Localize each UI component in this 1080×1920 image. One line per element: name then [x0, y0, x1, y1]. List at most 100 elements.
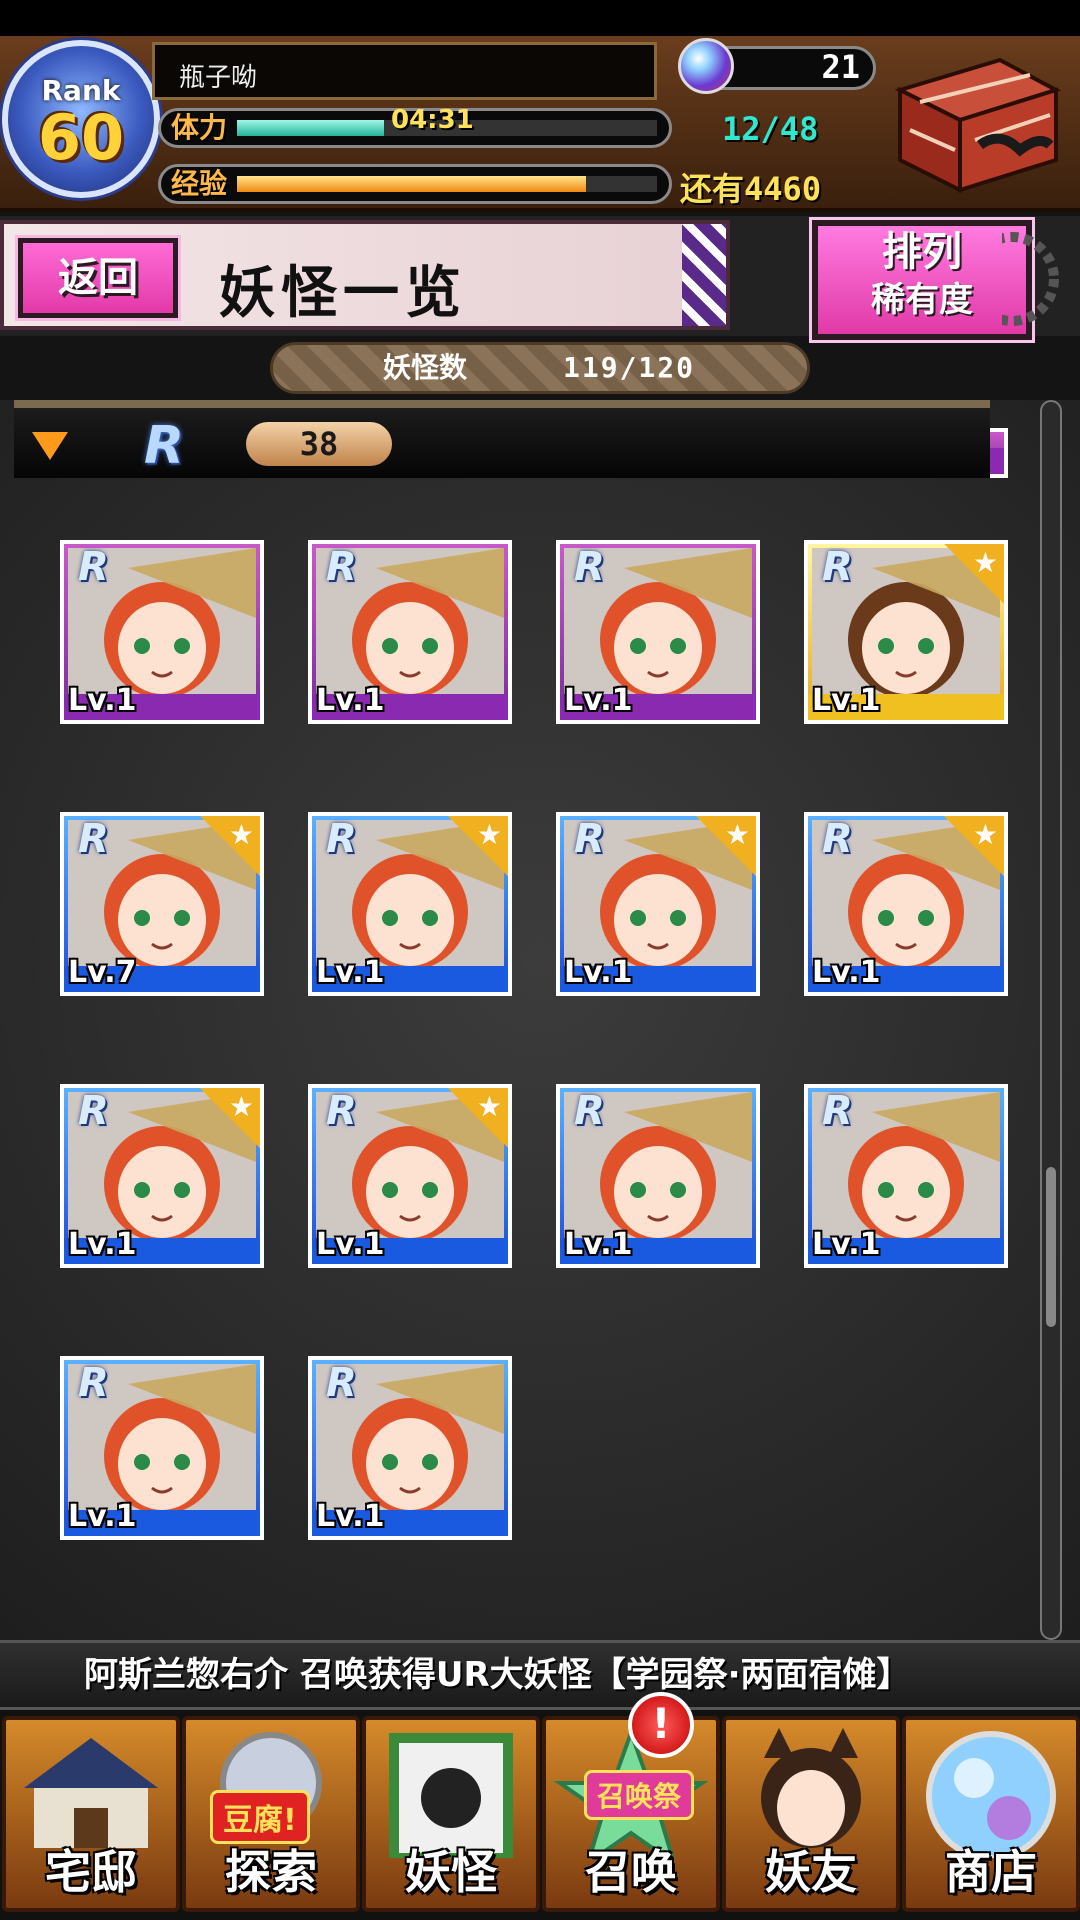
nav-item-shop-orb[interactable]: 商店: [902, 1716, 1080, 1912]
card-level: Lv.1: [316, 1227, 385, 1262]
card-level: Lv.7: [68, 955, 137, 990]
card-level: Lv.1: [812, 1227, 881, 1262]
news-ticker: 阿斯兰惣右介 召唤获得UR大妖怪【学园祭·两面宿傩】: [0, 1640, 1080, 1710]
star-icon: ★: [448, 1088, 508, 1148]
card-level: Lv.1: [812, 955, 881, 990]
present-box-icon[interactable]: [880, 50, 1066, 200]
rarity-r-icon: R: [144, 416, 185, 476]
nav-tag: 召唤祭: [584, 1770, 695, 1820]
yokai-count-pill: 妖怪数 119/120: [270, 342, 810, 394]
yokai-grid[interactable]: Lv.1 Lv.1 Lv.1 Lv.1 R Lv.1 R Lv.1 R Lv.1 R ★ Lv.1 R ★ L…: [0, 400, 1080, 1640]
rarity-r-icon: R: [326, 816, 357, 862]
stamina-label: 体力: [171, 111, 228, 144]
sort-value: 稀有度: [871, 280, 973, 320]
sort-button[interactable]: 排列 稀有度: [809, 217, 1035, 343]
orb-count: 21: [821, 48, 860, 86]
alert-badge: !: [628, 1692, 694, 1758]
rarity-r-icon: R: [78, 544, 109, 590]
star-icon: ★: [696, 816, 756, 876]
nav-label: 商店: [945, 1845, 1037, 1899]
star-icon: ★: [200, 816, 260, 876]
yokai-card[interactable]: R Lv.1: [60, 1356, 264, 1540]
stamina-fill: [237, 120, 384, 136]
nav-label: 妖怪: [405, 1845, 497, 1899]
exp-remaining: 还有4460: [680, 164, 821, 210]
nav-item-summon[interactable]: 召唤祭 召唤: [542, 1716, 720, 1912]
exp-remaining-value: 4460: [744, 170, 822, 208]
rarity-r-icon: R: [326, 544, 357, 590]
rarity-group-header[interactable]: R 38: [14, 400, 990, 478]
card-level: Lv.1: [316, 683, 385, 718]
collapse-arrow-icon[interactable]: [32, 432, 68, 460]
nav-item-friend[interactable]: 妖友: [722, 1716, 900, 1912]
page-title: 妖怪一览: [219, 260, 467, 326]
card-level: Lv.1: [564, 1227, 633, 1262]
yokai-card[interactable]: R ★ Lv.1: [804, 812, 1008, 996]
star-icon: ★: [944, 816, 1004, 876]
exp-fill: [237, 176, 586, 192]
yokai-card[interactable]: R Lv.1: [804, 1084, 1008, 1268]
yokai-card[interactable]: R ★ Lv.1: [556, 812, 760, 996]
rarity-r-icon: R: [78, 1360, 109, 1406]
scrollbar-thumb[interactable]: [1046, 1167, 1056, 1327]
nav-label: 探索: [225, 1845, 317, 1899]
exp-bar: 经验: [158, 164, 672, 204]
spirit-orb-icon: [678, 38, 734, 94]
yokai-card[interactable]: R Lv.1: [308, 540, 512, 724]
back-button[interactable]: 返回: [15, 235, 181, 321]
rarity-r-icon: R: [574, 544, 605, 590]
rarity-r-icon: R: [822, 1088, 853, 1134]
rarity-r-icon: R: [822, 816, 853, 862]
player-name[interactable]: 瓶子呦: [152, 42, 657, 100]
stamina-count: 12/48: [722, 110, 819, 148]
card-level: Lv.1: [316, 955, 385, 990]
rarity-r-icon: R: [78, 1088, 109, 1134]
bottom-nav: 宅邸 豆腐! 探索 妖怪 召唤祭 召唤 妖友 商店: [0, 1710, 1080, 1920]
rarity-r-icon: R: [574, 816, 605, 862]
banner-stripe: [682, 224, 726, 326]
yokai-card[interactable]: R Lv.1: [308, 1356, 512, 1540]
nav-item-explore[interactable]: 豆腐! 探索: [182, 1716, 360, 1912]
yokai-card[interactable]: R Lv.1: [60, 540, 264, 724]
rarity-r-icon: R: [326, 1088, 357, 1134]
rank-value: 60: [37, 101, 125, 174]
yokai-card[interactable]: R Lv.1: [556, 540, 760, 724]
yokai-card[interactable]: R ★ Lv.1: [308, 812, 512, 996]
scrollbar[interactable]: [1040, 400, 1062, 1640]
exp-label: 经验: [171, 167, 228, 200]
stamina-timer: 04:31: [391, 105, 474, 135]
sort-label: 排列: [882, 229, 962, 275]
yokai-count-value: 119/120: [563, 351, 696, 384]
rank-badge[interactable]: Rank 60: [2, 40, 160, 198]
yokai-card[interactable]: R Lv.1: [556, 1084, 760, 1268]
title-banner: 返回 妖怪一览: [0, 220, 730, 330]
star-icon: ★: [448, 816, 508, 876]
status-bar: [0, 0, 1080, 36]
nav-label: 宅邸: [45, 1845, 137, 1899]
card-level: Lv.1: [68, 683, 137, 718]
card-level: Lv.1: [68, 1499, 137, 1534]
yokai-card[interactable]: R ★ Lv.7: [60, 812, 264, 996]
yokai-card[interactable]: R ★ Lv.1: [60, 1084, 264, 1268]
rarity-r-icon: R: [574, 1088, 605, 1134]
card-level: Lv.1: [316, 1499, 385, 1534]
yokai-card[interactable]: R ★ Lv.1: [308, 1084, 512, 1268]
yokai-card[interactable]: R ★ Lv.1: [804, 540, 1008, 724]
nav-label: 召唤: [585, 1845, 677, 1899]
stamina-bar: 体力 04:31: [158, 105, 672, 148]
rarity-r-icon: R: [822, 544, 853, 590]
nav-item-scroll[interactable]: 妖怪: [362, 1716, 540, 1912]
nav-label: 妖友: [765, 1845, 857, 1899]
rarity-r-icon: R: [326, 1360, 357, 1406]
nav-item-mansion[interactable]: 宅邸: [2, 1716, 180, 1912]
card-level: Lv.1: [564, 683, 633, 718]
title-band: 返回 妖怪一览 排列 稀有度: [0, 216, 1080, 343]
exp-track: [237, 176, 657, 192]
player-hud: Rank 60 瓶子呦 体力 04:31 经验 21 12/48 还有4460: [0, 36, 1080, 212]
star-icon: ★: [944, 544, 1004, 604]
rarity-r-icon: R: [78, 816, 109, 862]
yokai-count-label: 妖怪数: [383, 351, 468, 384]
star-icon: ★: [200, 1088, 260, 1148]
gear-icon: [1002, 232, 1059, 326]
card-level: Lv.1: [812, 683, 881, 718]
